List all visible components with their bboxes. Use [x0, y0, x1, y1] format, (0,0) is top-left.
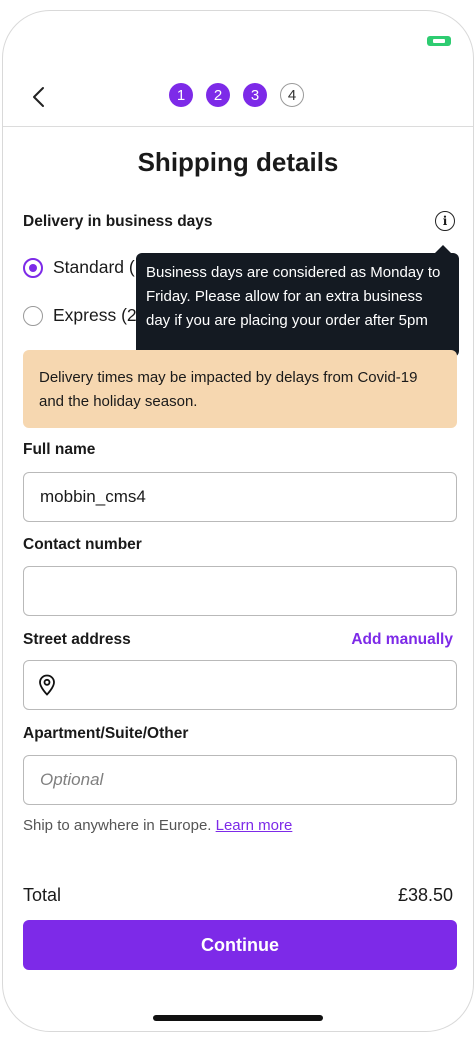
delivery-option-standard[interactable]: Standard ( [23, 257, 135, 278]
step-indicator: 1 2 3 4 [169, 83, 304, 107]
apartment-input[interactable]: Optional [23, 755, 457, 805]
ship-note: Ship to anywhere in Europe. Learn more [23, 817, 292, 834]
street-address-label: Street address [23, 631, 131, 648]
step-1: 1 [169, 83, 193, 107]
step-2: 2 [206, 83, 230, 107]
delivery-option-express[interactable]: Express (2 [23, 305, 137, 326]
apartment-label: Apartment/Suite/Other [23, 725, 189, 742]
battery-icon [427, 36, 451, 46]
info-tooltip: Business days are considered as Monday t… [136, 245, 459, 357]
full-name-input[interactable]: mobbin_cms4 [23, 472, 457, 522]
location-pin-icon [39, 674, 55, 696]
ship-note-text: Ship to anywhere in Europe. [23, 817, 212, 834]
total-label: Total [23, 885, 62, 905]
contact-number-input[interactable] [23, 566, 457, 616]
covid-notice-banner: Delivery times may be impacted by delays… [23, 350, 457, 428]
delivery-option-label: Standard ( [53, 257, 135, 277]
learn-more-link[interactable]: Learn more [216, 817, 293, 834]
add-manually-link[interactable]: Add manually [351, 631, 453, 649]
phone-frame: 1 2 3 4 Shipping details Delivery in bus… [2, 10, 474, 1032]
continue-button[interactable]: Continue [23, 920, 457, 970]
top-bar: 1 2 3 4 [3, 71, 473, 127]
radio-selected[interactable] [23, 257, 43, 278]
step-3: 3 [243, 83, 267, 107]
contact-number-label: Contact number [23, 536, 142, 553]
total-value: £38.50 [397, 885, 453, 905]
home-indicator [153, 1015, 323, 1021]
back-button[interactable] [23, 81, 55, 113]
full-name-label: Full name [23, 441, 96, 458]
delivery-option-label: Express (2 [53, 305, 137, 325]
delivery-label: Delivery in business days [23, 213, 213, 230]
step-4: 4 [280, 83, 304, 107]
street-address-input[interactable] [23, 660, 457, 710]
radio-unselected[interactable] [23, 305, 43, 326]
info-icon[interactable]: i [435, 211, 455, 231]
chevron-left-icon [33, 87, 44, 107]
page-title: Shipping details [137, 147, 339, 177]
